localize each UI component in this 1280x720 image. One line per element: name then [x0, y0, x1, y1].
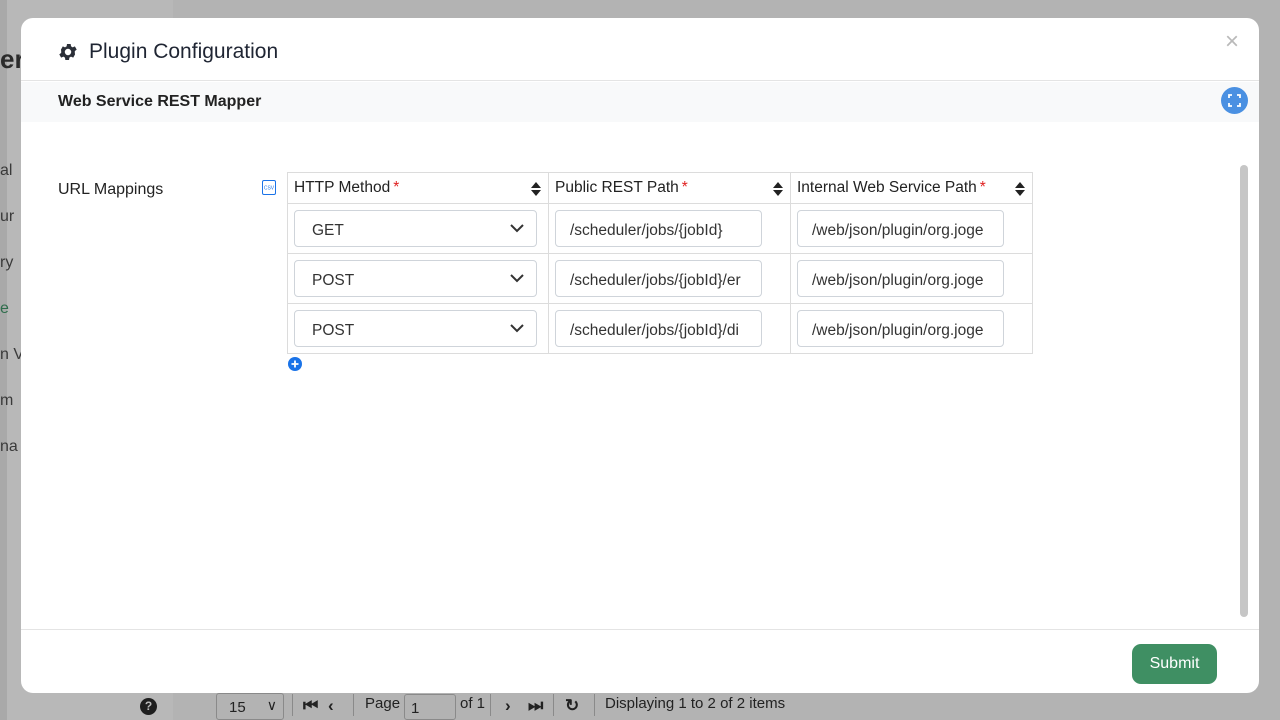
pager-separator — [594, 694, 595, 716]
close-icon[interactable]: × — [1225, 28, 1239, 56]
plus-icon — [291, 360, 299, 368]
grid-cell: /scheduler/jobs/{jobId}/er — [548, 253, 791, 304]
column-header-public-rest-path[interactable]: Public REST Path * — [548, 172, 791, 204]
http-method-value: POST — [312, 272, 355, 289]
public-rest-path-input[interactable]: /scheduler/jobs/{jobId} — [555, 210, 762, 247]
pager-separator — [490, 694, 491, 716]
http-method-select[interactable]: POST — [294, 310, 537, 347]
sort-icon[interactable] — [531, 182, 541, 196]
grid-header-row: HTTP Method * Public REST Path * Internal … — [287, 172, 1033, 204]
pager-display-text: Displaying 1 to 2 of 2 items — [605, 695, 786, 712]
pager-separator — [292, 694, 293, 716]
table-row: POST /scheduler/jobs/{jobId}/di /web/jso… — [287, 303, 1033, 354]
column-label: HTTP Method — [294, 179, 391, 196]
column-label: Public REST Path — [555, 179, 679, 196]
http-method-value: POST — [312, 322, 355, 339]
required-marker: * — [979, 179, 986, 196]
next-page-icon[interactable]: › — [505, 696, 511, 716]
svg-text:CSV: CSV — [264, 186, 275, 192]
plugin-name-bar: Web Service REST Mapper — [21, 82, 1259, 122]
page-size-select[interactable]: 15 ∨ — [216, 693, 284, 720]
chevron-down-icon — [510, 324, 524, 333]
background-nav-item: na — [0, 438, 18, 455]
http-method-value: GET — [312, 222, 344, 239]
public-rest-path-input[interactable]: /scheduler/jobs/{jobId}/er — [555, 260, 762, 297]
page-number-input[interactable]: 1 — [404, 694, 456, 720]
background-nav-item: m — [0, 392, 14, 409]
first-page-icon[interactable]: ⏮ — [303, 696, 318, 716]
grid-cell: /web/json/plugin/org.joge — [790, 303, 1033, 354]
background-nav-item: e — [0, 300, 9, 317]
grid-cell: /scheduler/jobs/{jobId}/di — [548, 303, 791, 354]
grid-cell: POST — [287, 303, 549, 354]
column-header-http-method[interactable]: HTTP Method * — [287, 172, 549, 204]
internal-path-input[interactable]: /web/json/plugin/org.joge — [797, 210, 1004, 247]
last-page-icon[interactable]: ⏭ — [528, 696, 543, 716]
gear-icon — [59, 44, 77, 60]
fullscreen-button[interactable] — [1221, 87, 1248, 114]
table-row: GET /scheduler/jobs/{jobId} /web/json/pl… — [287, 203, 1033, 254]
table-row: POST /scheduler/jobs/{jobId}/er /web/jso… — [287, 253, 1033, 304]
internal-path-input[interactable]: /web/json/plugin/org.joge — [797, 310, 1004, 347]
pager-separator — [353, 694, 354, 716]
internal-path-input[interactable]: /web/json/plugin/org.joge — [797, 260, 1004, 297]
plugin-name: Web Service REST Mapper — [58, 93, 262, 110]
grid-cell: POST — [287, 253, 549, 304]
help-icon[interactable]: ? — [140, 698, 157, 715]
sort-icon[interactable] — [773, 182, 783, 196]
public-rest-path-input[interactable]: /scheduler/jobs/{jobId}/di — [555, 310, 762, 347]
grid-cell: /web/json/plugin/org.joge — [790, 203, 1033, 254]
column-label: Internal Web Service Path — [797, 179, 977, 196]
url-mappings-grid: HTTP Method * Public REST Path * Internal … — [287, 172, 1033, 354]
fullscreen-icon — [1228, 94, 1241, 107]
previous-page-icon[interactable]: ‹ — [328, 696, 334, 716]
chevron-down-icon: ∨ — [266, 697, 277, 713]
grid-cell: /web/json/plugin/org.joge — [790, 253, 1033, 304]
csv-import-icon[interactable]: CSV — [262, 180, 276, 195]
grid-cell: GET — [287, 203, 549, 254]
refresh-icon[interactable]: ↻ — [565, 696, 579, 716]
page-total-label: of 1 — [460, 695, 486, 712]
http-method-select[interactable]: GET — [294, 210, 537, 247]
column-header-internal-path[interactable]: Internal Web Service Path * — [790, 172, 1033, 204]
background-nav-item: ry — [0, 254, 14, 271]
dialog-header: Plugin Configuration × — [21, 18, 1259, 81]
pager-separator — [553, 694, 554, 716]
dialog-footer: Submit — [21, 629, 1259, 693]
scrollbar-thumb[interactable] — [1240, 165, 1248, 617]
sort-icon[interactable] — [1015, 182, 1025, 196]
required-marker: * — [393, 179, 400, 196]
chevron-down-icon — [510, 274, 524, 283]
background-nav-item: al — [0, 162, 13, 179]
http-method-select[interactable]: POST — [294, 260, 537, 297]
chevron-down-icon — [510, 224, 524, 233]
plugin-configuration-dialog: Plugin Configuration × Web Service REST … — [21, 18, 1259, 693]
page-label: Page — [365, 695, 401, 712]
submit-button[interactable]: Submit — [1132, 644, 1217, 684]
background-nav-item: ur — [0, 208, 15, 225]
grid-cell: /scheduler/jobs/{jobId} — [548, 203, 791, 254]
dialog-title: Plugin Configuration — [89, 40, 279, 63]
required-marker: * — [681, 179, 688, 196]
url-mappings-label: URL Mappings — [58, 181, 164, 198]
add-row-button[interactable] — [288, 357, 302, 371]
page-size-value: 15 — [229, 699, 246, 716]
